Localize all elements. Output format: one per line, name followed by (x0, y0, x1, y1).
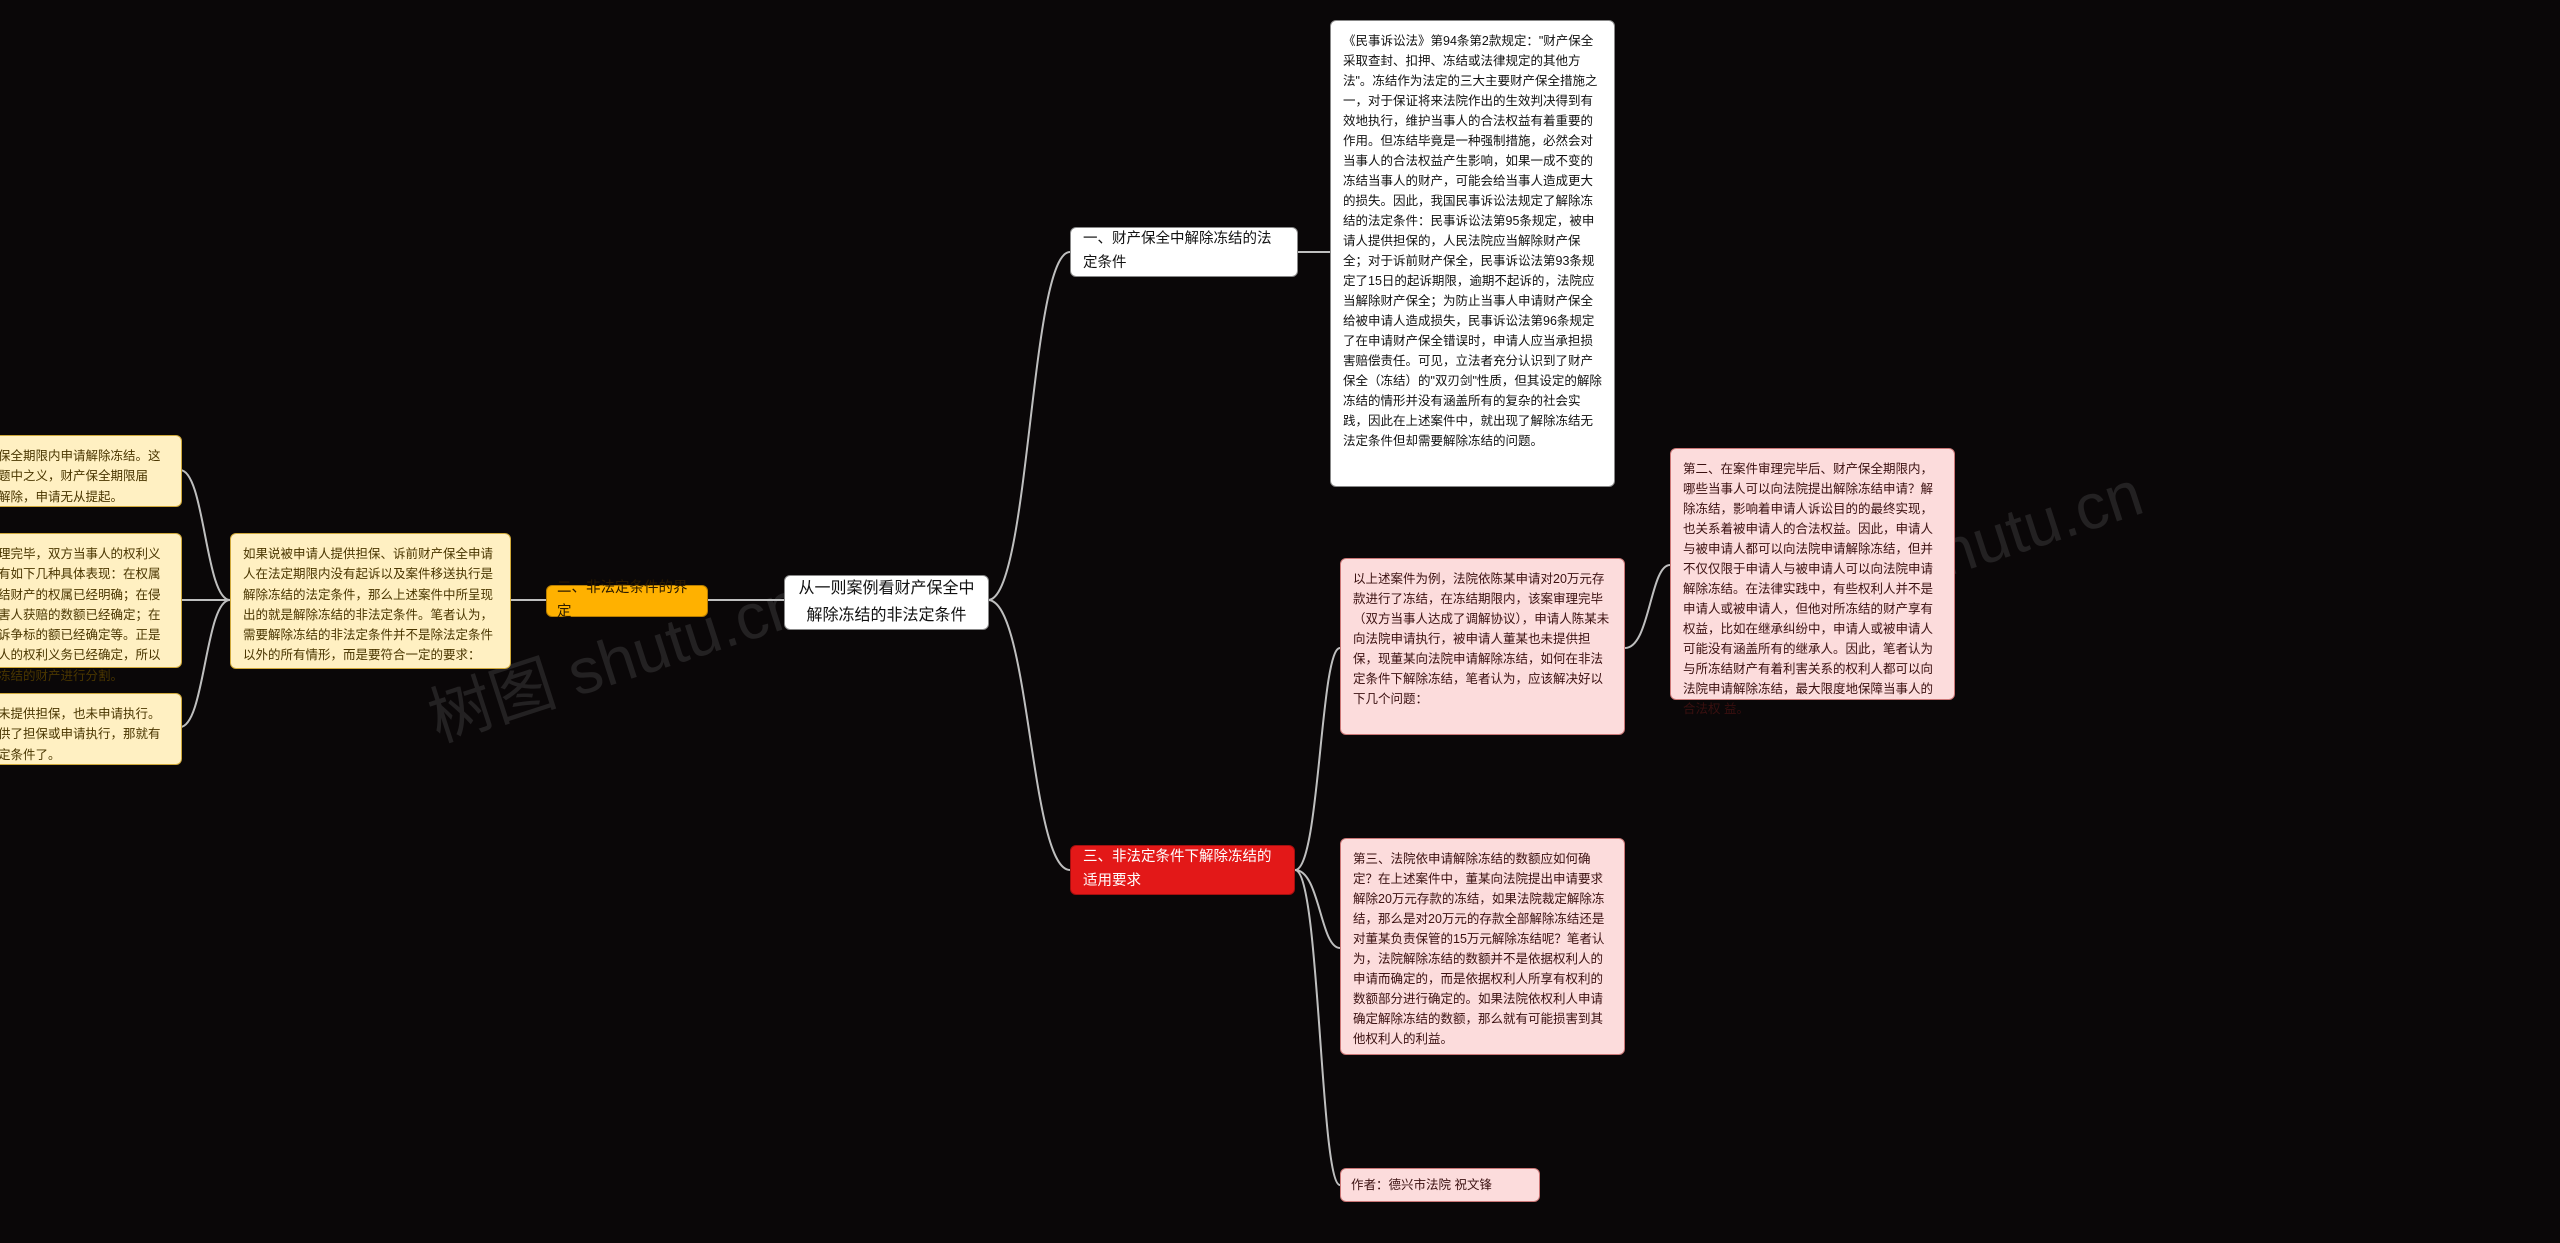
branch-1-title[interactable]: 一、财产保全中解除冻结的法定条件 (1070, 227, 1298, 277)
branch-3-leaf-a[interactable]: 以上述案件为例，法院依陈某申请对20万元存款进行了冻结，在冻结期限内，该案审理完… (1340, 558, 1625, 735)
branch-3-leaf-b[interactable]: 第二、在案件审理完毕后、财产保全期限内，哪些当事人可以向法院提出解除冻结申请？解… (1670, 448, 1955, 700)
branch-2-sub-1[interactable]: （一）在财产保全期限内申请解除冻结。这是解除冻结的题中之义，财产保全期限届满，冻… (0, 435, 182, 507)
branch-2-sub-3[interactable]: （三）当事人未提供担保，也未申请执行。如果当事人提供了担保或申请执行，那就有解除… (0, 693, 182, 765)
branch-2-text[interactable]: 如果说被申请人提供担保、诉前财产保全申请人在法定期限内没有起诉以及案件移送执行是… (230, 533, 511, 669)
branch-1-text[interactable]: 《民事诉讼法》第94条第2款规定："财产保全采取查封、扣押、冻结或法律规定的其他… (1330, 20, 1615, 487)
branch-2-sub-2[interactable]: （二）案件审理完毕，双方当事人的权利义务已经确定。有如下几种具体表现：在权属纠纷… (0, 533, 182, 668)
root-node[interactable]: 从一则案例看财产保全中解除冻结的非法定条件 (784, 575, 989, 630)
branch-3-leaf-c[interactable]: 第三、法院依申请解除冻结的数额应如何确定？在上述案件中，董某向法院提出申请要求解… (1340, 838, 1625, 1055)
branch-3-title[interactable]: 三、非法定条件下解除冻结的适用要求 (1070, 845, 1295, 895)
branch-2-title[interactable]: 二、非法定条件的界定 (546, 585, 708, 617)
branch-3-leaf-author[interactable]: 作者：德兴市法院 祝文锋 (1340, 1168, 1540, 1202)
